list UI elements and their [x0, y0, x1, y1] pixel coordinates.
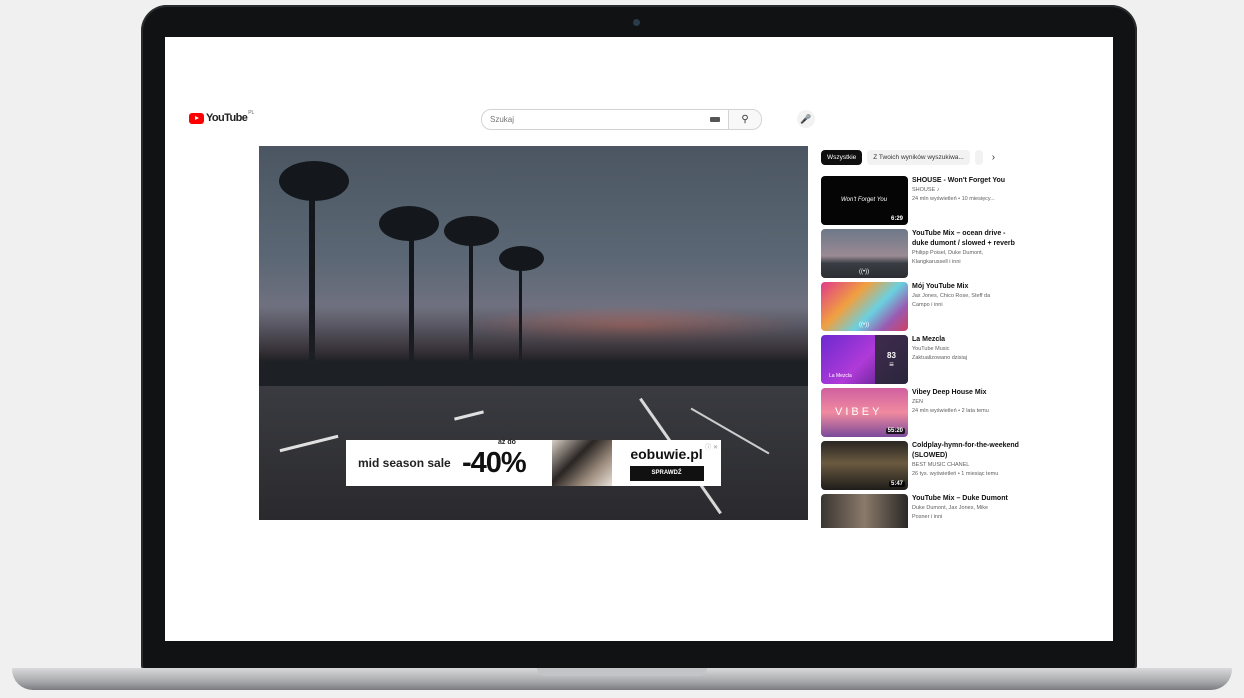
video-stats: Zaktualizowano dzisiaj: [912, 355, 968, 361]
ad-banner[interactable]: mid season sale aż do -40% eobuwie.pl SP…: [346, 439, 721, 486]
youtube-play-icon: [189, 112, 204, 124]
region-code: PL: [248, 110, 255, 116]
video-stats: 24 mln wyświetleń • 10 miesięcy...: [912, 196, 995, 202]
chip-from-searches[interactable]: Z Twoich wyników wyszukiwa...: [867, 150, 970, 165]
duration-badge: 55:20: [885, 428, 905, 434]
recommendation-meta: Mój YouTube Mix Jax Jones, Chico Rose, S…: [912, 282, 1020, 331]
video-title[interactable]: La Mezcla: [912, 335, 1020, 345]
recommendation-item[interactable]: ((•)) YouTube Mix – ocean drive - duke d…: [821, 229, 1021, 278]
playlist-icon: ≡: [889, 359, 894, 369]
ad-product-image: [552, 440, 612, 486]
video-thumbnail[interactable]: ((•)): [821, 229, 908, 278]
recommendation-meta: SHOUSE - Won't Forget You SHOUSE ♪ 24 ml…: [912, 176, 1020, 225]
microphone-icon: 🎤: [800, 113, 812, 124]
voice-search-button[interactable]: 🎤: [797, 110, 815, 128]
video-title[interactable]: Coldplay-hymn-for-the-weekend (SLOWED): [912, 441, 1020, 461]
video-thumbnail[interactable]: 5:47: [821, 441, 908, 490]
ad-discount-value: -40%: [462, 446, 527, 479]
video-stats: Campo i inni: [912, 302, 943, 308]
video-thumbnail[interactable]: Won't Forget You 6:29: [821, 176, 908, 225]
recommendation-meta: La Mezcla YouTube Music Zaktualizowano d…: [912, 335, 1020, 384]
ad-close-icon[interactable]: ⓘ ✕: [705, 442, 718, 451]
youtube-logo[interactable]: YouTube PL: [189, 110, 255, 124]
search-bar: ⚲: [481, 109, 762, 130]
ad-upto-text: aż do: [498, 438, 516, 446]
ad-cta-button[interactable]: SPRAWDŹ: [629, 465, 704, 481]
recommendation-meta: YouTube Mix – ocean drive - duke dumont …: [912, 229, 1020, 278]
recommendation-item[interactable]: 5:47 Coldplay-hymn-for-the-weekend (SLOW…: [821, 441, 1021, 490]
recommendation-item[interactable]: La Mezcla 83 ≡ La Mezcla YouTube Music Z…: [821, 335, 1021, 384]
search-icon: ⚲: [741, 114, 749, 125]
video-thumbnail[interactable]: ((•)): [821, 282, 908, 331]
ad-brand-name: eobuwie.pl: [630, 445, 703, 462]
video-title[interactable]: Mój YouTube Mix: [912, 282, 1020, 292]
channel-name[interactable]: YouTube Music: [912, 345, 1020, 354]
chevron-right-icon[interactable]: ›: [992, 152, 995, 163]
video-stats: Posner i inni: [912, 514, 943, 520]
recommendation-item[interactable]: YouTube Mix – Duke Dumont Duke Dumont, J…: [821, 494, 1021, 528]
video-treeline: [259, 306, 808, 386]
thumbnail-text: La Mezcla: [829, 373, 852, 379]
search-input[interactable]: [482, 114, 710, 125]
camera-icon: [633, 19, 640, 26]
video-palm-crown: [279, 161, 349, 201]
recommendation-item[interactable]: VIBEY 55:20 Vibey Deep House Mix ZEN 24 …: [821, 388, 1021, 437]
video-title[interactable]: YouTube Mix – ocean drive - duke dumont …: [912, 229, 1020, 249]
video-title[interactable]: YouTube Mix – Duke Dumont: [912, 494, 1020, 504]
video-player[interactable]: mid season sale aż do -40% eobuwie.pl SP…: [259, 146, 808, 520]
mix-radio-icon: ((•)): [859, 322, 870, 328]
recommendation-item[interactable]: ((•)) Mój YouTube Mix Jax Jones, Chico R…: [821, 282, 1021, 331]
video-thumbnail[interactable]: La Mezcla 83 ≡: [821, 335, 908, 384]
ad-discount: aż do -40%: [462, 439, 552, 480]
video-palm-crown: [444, 216, 499, 246]
channel-name[interactable]: BEST MUSIC CHANEL: [912, 461, 1020, 470]
logo-text: YouTube: [206, 112, 248, 124]
ad-sale-text: mid season sale: [358, 456, 451, 470]
video-thumbnail[interactable]: VIBEY 55:20: [821, 388, 908, 437]
recommendation-meta: Vibey Deep House Mix ZEN 24 mln wyświetl…: [912, 388, 1020, 437]
laptop-notch: [537, 668, 707, 676]
video-title[interactable]: SHOUSE - Won't Forget You: [912, 176, 1020, 186]
thumbnail-text: VIBEY: [835, 406, 883, 418]
recommendation-meta: YouTube Mix – Duke Dumont Duke Dumont, J…: [912, 494, 1020, 528]
chip-all[interactable]: Wszystkie: [821, 150, 863, 165]
channel-name[interactable]: SHOUSE ♪: [912, 186, 1020, 195]
channel-name[interactable]: Duke Dumont, Jax Jones, Mike: [912, 504, 1020, 513]
duration-badge: 5:47: [888, 481, 905, 487]
recommendation-item[interactable]: Won't Forget You 6:29 SHOUSE - Won't For…: [821, 176, 1021, 225]
channel-name[interactable]: Jax Jones, Chico Rose, Steff da: [912, 292, 1020, 301]
chip-partial[interactable]: .: [974, 150, 983, 165]
playlist-count-value: 83: [887, 350, 896, 360]
recommendation-meta: Coldplay-hymn-for-the-weekend (SLOWED) B…: [912, 441, 1020, 490]
mix-radio-icon: ((•)): [859, 269, 870, 275]
browser-screen: YouTube PL ⚲ 🎤 mid season sale aż do: [165, 37, 1113, 641]
filter-chips: Wszystkie Z Twoich wyników wyszukiwa... …: [821, 150, 995, 165]
channel-name[interactable]: Philipp Poisel, Duke Dumont,: [912, 249, 1020, 258]
keyboard-icon[interactable]: [710, 117, 720, 122]
channel-name[interactable]: ZEN: [912, 398, 1020, 407]
playlist-count: 83 ≡: [875, 335, 908, 384]
video-palm-crown: [379, 206, 439, 241]
duration-badge: 6:29: [888, 216, 905, 222]
search-button[interactable]: ⚲: [728, 110, 761, 129]
video-palm-crown: [499, 246, 544, 271]
video-title[interactable]: Vibey Deep House Mix: [912, 388, 1020, 398]
video-stats: Klangkarussell i inni: [912, 259, 961, 265]
thumbnail-text: Won't Forget You: [841, 197, 888, 203]
video-stats: 24 mln wyświetleń • 2 lata temu: [912, 408, 989, 414]
video-stats: 26 tys. wyświetleń • 1 miesiąc temu: [912, 471, 999, 477]
video-thumbnail[interactable]: [821, 494, 908, 528]
